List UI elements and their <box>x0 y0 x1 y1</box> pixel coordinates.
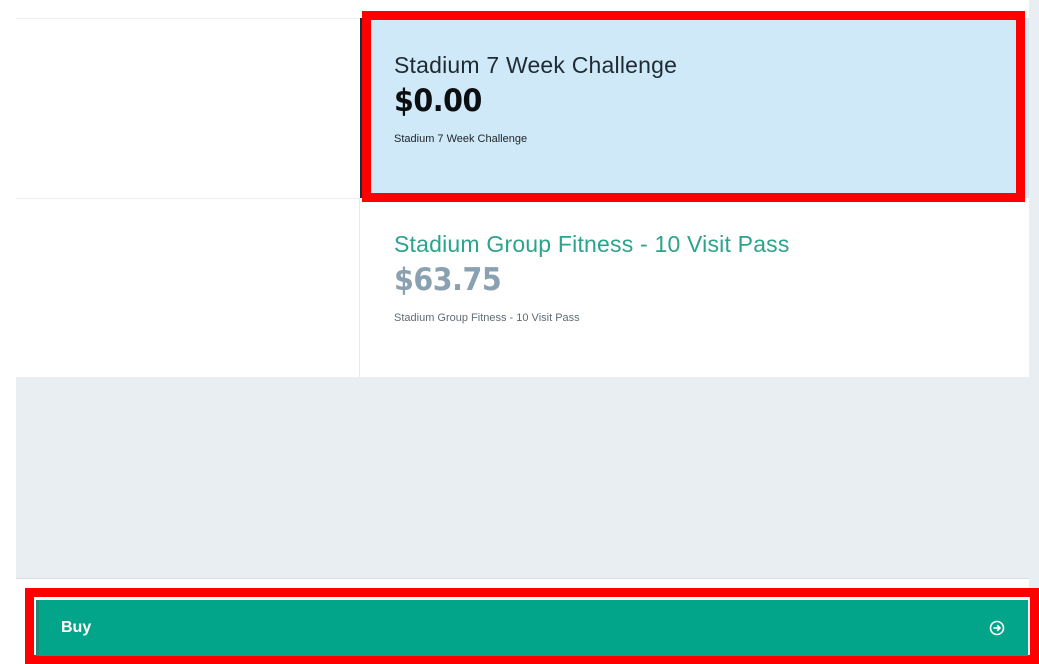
plan-description: Stadium 7 Week Challenge <box>394 133 528 145</box>
plan-row-left-cell <box>16 18 360 199</box>
plan-card-stadium-group-fitness-10-visit-pass[interactable]: Stadium Group Fitness - 10 Visit Pass $6… <box>360 198 1029 377</box>
page: Stadium 7 Week Challenge $0.00 Stadium 7… <box>0 0 1039 664</box>
plan-name: Stadium Group Fitness - 10 Visit Pass <box>394 231 790 257</box>
plan-price: $0.00 <box>394 83 482 119</box>
plan-card-stadium-7-week-challenge[interactable]: Stadium 7 Week Challenge $0.00 Stadium 7… <box>360 18 1029 198</box>
plan-name: Stadium 7 Week Challenge <box>394 52 678 78</box>
buy-button[interactable]: Buy <box>36 600 1028 656</box>
buy-button-label: Buy <box>61 619 92 636</box>
arrow-right-circle-icon <box>988 619 1006 637</box>
plan-price: $63.75 <box>394 262 502 298</box>
content-background <box>16 377 1029 579</box>
plan-description: Stadium Group Fitness - 10 Visit Pass <box>394 312 580 324</box>
plan-row-left-cell <box>16 198 360 378</box>
page-edge <box>1029 0 1039 664</box>
